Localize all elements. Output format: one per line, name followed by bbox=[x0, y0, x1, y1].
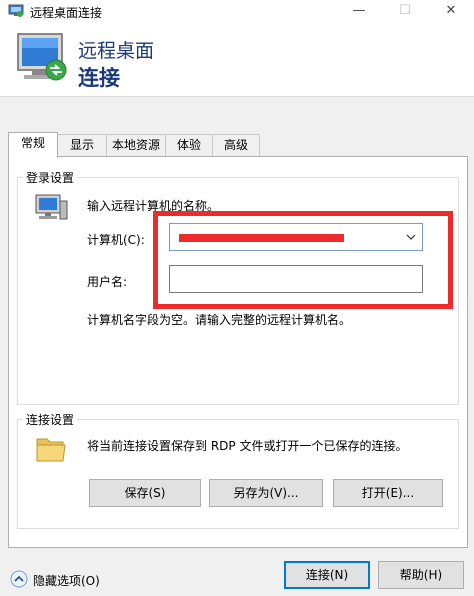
remote-desktop-icon bbox=[8, 4, 24, 17]
tab-panel-general: 登录设置 输入远程计算机的名称。 计算机(C): 用户名: 计算机名字段为空。请… bbox=[8, 156, 468, 548]
open-button[interactable]: 打开(E)... bbox=[333, 479, 443, 507]
monitor-remote-icon bbox=[17, 33, 67, 81]
maximize-button[interactable]: ☐ bbox=[382, 0, 428, 24]
logon-settings-title: 登录设置 bbox=[23, 169, 78, 186]
header-title-line1: 远程桌面 bbox=[78, 40, 155, 62]
tab-advanced[interactable]: 高级 bbox=[212, 134, 260, 157]
minimize-button[interactable]: — bbox=[336, 0, 382, 24]
connect-button[interactable]: 连接(N) bbox=[284, 561, 370, 589]
username-label: 用户名: bbox=[87, 275, 128, 289]
annotation-highlight-box bbox=[153, 211, 453, 309]
save-button[interactable]: 保存(S) bbox=[89, 479, 201, 507]
computer-label: 计算机(C): bbox=[87, 233, 145, 247]
connection-settings-title: 连接设置 bbox=[23, 411, 78, 428]
tab-display[interactable]: 显示 bbox=[57, 134, 107, 157]
connection-settings-group bbox=[17, 419, 459, 529]
connection-description: 将当前连接设置保存到 RDP 文件或打开一个已保存的连接。 bbox=[87, 439, 408, 453]
save-as-button[interactable]: 另存为(V)... bbox=[209, 479, 323, 507]
title-bar: 远程桌面连接 — ☐ ✕ bbox=[0, 0, 474, 24]
window-title: 远程桌面连接 bbox=[30, 6, 103, 20]
tab-experience[interactable]: 体验 bbox=[165, 134, 213, 157]
computer-icon bbox=[35, 194, 68, 220]
collapse-options-icon[interactable] bbox=[10, 570, 28, 588]
close-button[interactable]: ✕ bbox=[428, 0, 474, 24]
tab-general[interactable]: 常规 bbox=[8, 132, 58, 158]
header-title-line2: 连接 bbox=[78, 66, 120, 90]
tab-local-resources[interactable]: 本地资源 bbox=[106, 134, 166, 157]
hide-options-link[interactable]: 隐藏选项(O) bbox=[33, 572, 100, 589]
error-message: 计算机名字段为空。请输入完整的远程计算机名。 bbox=[87, 313, 352, 327]
folder-icon bbox=[36, 438, 66, 462]
help-button[interactable]: 帮助(H) bbox=[378, 561, 464, 589]
